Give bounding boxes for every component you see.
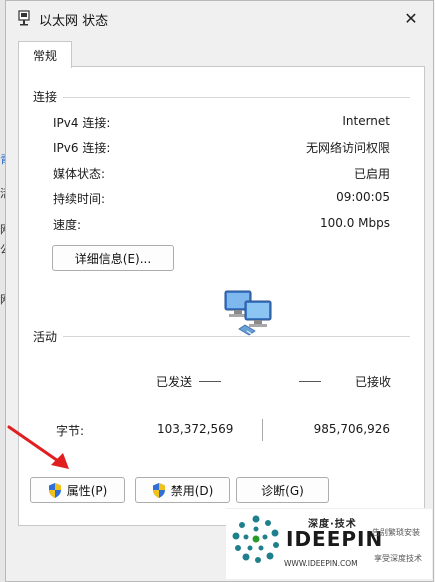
disable-button[interactable]: 禁用(D) bbox=[135, 477, 230, 503]
network-computers-icon bbox=[224, 290, 272, 336]
tab-general[interactable]: 常规 bbox=[18, 41, 72, 68]
bytes-divider bbox=[262, 419, 263, 441]
speed-label: 速度: bbox=[53, 218, 82, 232]
media-state-value: 已启用 bbox=[353, 167, 390, 181]
title-bar: 以太网 状态 ✕ bbox=[6, 1, 433, 35]
speed-value: 100.0 Mbps bbox=[319, 216, 390, 230]
properties-button-label: 属性(P) bbox=[66, 483, 108, 498]
received-dash bbox=[299, 381, 321, 382]
uac-shield-icon bbox=[152, 482, 165, 498]
network-adapter-icon bbox=[18, 10, 30, 26]
properties-button[interactable]: 属性(P) bbox=[30, 477, 125, 503]
group-divider bbox=[33, 97, 410, 98]
ipv4-label: IPv4 连接: bbox=[53, 116, 111, 130]
uac-shield-icon bbox=[48, 482, 61, 498]
watermark-slogan: 享受深度技术 bbox=[374, 554, 422, 563]
ipv4-value: Internet bbox=[342, 114, 390, 128]
ethernet-status-dialog: 以太网 状态 ✕ 常规 连接 IPv4 连接: Internet IPv6 连接… bbox=[5, 0, 434, 582]
close-button[interactable]: ✕ bbox=[389, 1, 433, 35]
duration-label: 持续时间: bbox=[53, 192, 106, 206]
disable-button-label: 禁用(D) bbox=[170, 483, 214, 498]
ideepin-logo-icon bbox=[232, 515, 279, 563]
watermark-url: WWW.IDEEPIN.COM bbox=[284, 559, 358, 568]
bytes-sent-value: 103,372,569 bbox=[157, 422, 234, 436]
media-state-label: 媒体状态: bbox=[53, 167, 106, 181]
sent-label: 已发送 bbox=[156, 375, 193, 389]
sent-dash bbox=[199, 381, 221, 382]
watermark-brand: IDEEPIN bbox=[286, 527, 384, 551]
ipv6-label: IPv6 连接: bbox=[53, 141, 111, 155]
bytes-received-value: 985,706,926 bbox=[313, 422, 390, 436]
annotation-arrow bbox=[7, 425, 69, 469]
diagnose-button[interactable]: 诊断(G) bbox=[236, 477, 329, 503]
duration-value: 09:00:05 bbox=[336, 190, 390, 204]
close-icon: ✕ bbox=[404, 8, 418, 28]
details-button[interactable]: 详细信息(E)... bbox=[52, 245, 174, 271]
activity-group-label: 活动 bbox=[33, 328, 64, 345]
watermark: 深度·技术 IDEEPIN WWW.IDEEPIN.COM 告别繁琐安装 享受深… bbox=[226, 508, 432, 579]
ipv6-value: 无网络访问权限 bbox=[305, 141, 390, 155]
watermark-slogan: 告别繁琐安装 bbox=[372, 528, 420, 537]
connection-group-label: 连接 bbox=[33, 88, 64, 105]
received-label: 已接收 bbox=[355, 375, 392, 389]
window-title: 以太网 状态 bbox=[39, 14, 109, 29]
